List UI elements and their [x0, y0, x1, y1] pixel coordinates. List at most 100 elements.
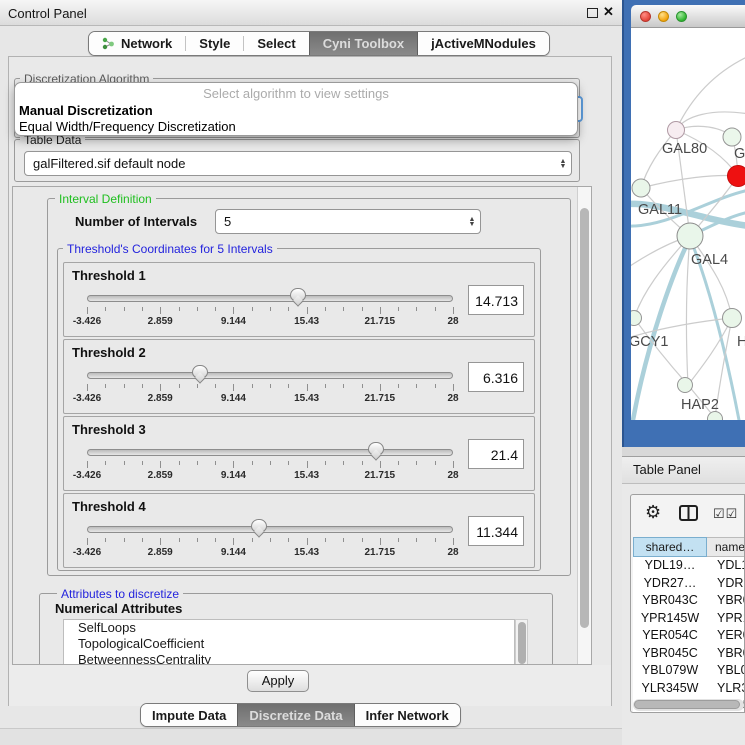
attributes-list-scrollbar[interactable]	[515, 619, 528, 665]
minimize-traffic-light-icon[interactable]	[658, 11, 669, 22]
panel-title: Control Panel	[8, 6, 87, 21]
table-data-combobox[interactable]: galFiltered.sif default node ▲▼	[24, 151, 572, 176]
number-of-intervals-combobox[interactable]: 5 ▲▼	[215, 209, 481, 234]
threshold-2-value-field[interactable]: 6.316	[468, 362, 524, 392]
cell-name[interactable]: YBR04	[707, 645, 745, 663]
tab-select[interactable]: Select	[244, 32, 308, 55]
table-toolbar: ⚙ ☑☑	[631, 495, 744, 533]
cell-name[interactable]: YLR34	[707, 680, 745, 698]
cell-shared-name[interactable]: YBR045C	[633, 645, 707, 663]
tick-label: -3.426	[73, 470, 101, 481]
close-traffic-light-icon[interactable]	[640, 11, 651, 22]
threshold-1-slider-track[interactable]	[87, 295, 453, 302]
cell-shared-name[interactable]: YDL19…	[633, 557, 707, 575]
cell-shared-name[interactable]: YBL079W	[633, 662, 707, 680]
dropdown-option-equal-width[interactable]: Equal Width/Frequency Discretization	[19, 119, 236, 134]
tab-network[interactable]: Network	[89, 32, 185, 55]
cell-name[interactable]: YDL19	[707, 557, 745, 575]
scrollbar-thumb[interactable]	[580, 208, 589, 628]
node-gal11[interactable]	[632, 179, 650, 197]
threshold-3-label: Threshold 3	[72, 422, 146, 437]
cell-shared-name[interactable]: YER054C	[633, 627, 707, 645]
table-row[interactable]: YBL079WYBL07	[633, 662, 745, 680]
thresholds-group-label: Threshold's Coordinates for 5 Intervals	[63, 242, 277, 256]
cell-shared-name[interactable]: YPR145W	[633, 610, 707, 628]
dropdown-placeholder-option[interactable]: Select algorithm to view settings	[15, 86, 577, 101]
node-gcy1[interactable]	[631, 311, 642, 326]
threshold-4-value-field[interactable]: 11.344	[468, 516, 524, 546]
attribute-list-item[interactable]: TopologicalCoefficient	[64, 636, 514, 652]
threshold-3-value-field[interactable]: 21.4	[468, 439, 524, 469]
scrollbar-thumb[interactable]	[518, 622, 526, 664]
tab-jactivemnodules[interactable]: jActiveMNodules	[418, 32, 549, 55]
threshold-3-slider-thumb[interactable]	[368, 442, 384, 455]
attribute-list-item[interactable]: SelfLoops	[64, 620, 514, 636]
node-red-selected[interactable]	[728, 166, 745, 187]
settings-vertical-scrollbar[interactable]	[577, 187, 591, 664]
threshold-2-panel: Threshold 2 -3.4262.8599.14415.4321.7152…	[63, 339, 535, 414]
node-top-right[interactable]	[723, 128, 741, 146]
float-window-icon[interactable]	[587, 8, 598, 18]
close-icon[interactable]: ✕	[603, 4, 614, 20]
number-of-intervals-value: 5	[216, 214, 464, 229]
table-row[interactable]: YLR345WYLR34	[633, 680, 745, 698]
zoom-traffic-light-icon[interactable]	[676, 11, 687, 22]
threshold-1-slider-thumb[interactable]	[290, 288, 306, 301]
threshold-1-value-field[interactable]: 14.713	[468, 285, 524, 315]
node-gal4[interactable]	[677, 223, 703, 249]
table-row[interactable]: YBR045CYBR04	[633, 645, 745, 663]
node-hap2[interactable]	[678, 378, 693, 393]
tab-label: Network	[121, 36, 172, 51]
table-row[interactable]: YPR145WYPR14	[633, 610, 745, 628]
network-canvas[interactable]: GAL80 GA GAL11 GAL4 GCY1 H HAP2	[631, 28, 745, 420]
cell-shared-name[interactable]: YLR345W	[633, 680, 707, 698]
apply-button[interactable]: Apply	[247, 670, 309, 692]
cell-name[interactable]: YER05	[707, 627, 745, 645]
column-header-name[interactable]: name	[707, 537, 745, 557]
cell-name[interactable]: YBR04	[707, 592, 745, 610]
scrollbar-thumb[interactable]	[634, 700, 740, 709]
cell-shared-name[interactable]: YDR27…	[633, 575, 707, 593]
node-label-gal11: GAL11	[638, 202, 682, 218]
tab-style[interactable]: Style	[186, 32, 243, 55]
tab-infer-network[interactable]: Infer Network	[355, 704, 460, 726]
tick-label: 28	[447, 470, 458, 481]
table-row[interactable]: YER054CYER05	[633, 627, 745, 645]
tab-impute-data[interactable]: Impute Data	[141, 704, 237, 726]
threshold-3-slider-track[interactable]	[87, 449, 453, 456]
tab-discretize-data[interactable]: Discretize Data	[237, 704, 354, 726]
tick-label: -3.426	[73, 316, 101, 327]
node-gal80[interactable]	[668, 122, 685, 139]
tab-cyni-toolbox[interactable]: Cyni Toolbox	[309, 32, 418, 55]
select-columns-icon[interactable]: ☑☑	[713, 506, 738, 522]
gear-icon[interactable]: ⚙	[645, 502, 661, 523]
tick-label: 28	[447, 393, 458, 404]
node-label-h-partial: H	[737, 334, 745, 350]
attribute-list-item[interactable]: BetweennessCentrality	[64, 652, 514, 665]
threshold-2-slider-thumb[interactable]	[192, 365, 208, 378]
settings-scroll-panel: Interval Definition Number of Intervals …	[12, 186, 592, 665]
slider-tick-labels: -3.4262.8599.14415.4321.71528	[87, 547, 453, 559]
cell-shared-name[interactable]: YBR043C	[633, 592, 707, 610]
cell-name[interactable]: YBL07	[707, 662, 745, 680]
node-h[interactable]	[723, 309, 742, 328]
network-window-titlebar[interactable]	[631, 5, 745, 28]
table-row[interactable]: YDR27…YDR27	[633, 575, 745, 593]
table-data-value: galFiltered.sif default node	[25, 156, 555, 171]
table-row[interactable]: YBR043CYBR04	[633, 592, 745, 610]
threshold-2-label: Threshold 2	[72, 345, 146, 360]
node-label-gal-partial: GA	[734, 146, 745, 162]
cell-name[interactable]: YDR27	[707, 575, 745, 593]
threshold-4-slider-thumb[interactable]	[251, 519, 267, 532]
dropdown-option-manual-discretization[interactable]: Manual Discretization	[19, 103, 153, 118]
table-row[interactable]: YDL19…YDL19	[633, 557, 745, 575]
table-horizontal-scrollbar[interactable]	[633, 699, 744, 711]
edge	[686, 236, 690, 385]
split-columns-icon[interactable]	[679, 505, 698, 526]
tick-label: 9.144	[221, 470, 246, 481]
attributes-group-label: Attributes to discretize	[57, 587, 183, 601]
column-header-shared-name[interactable]: shared…	[633, 537, 707, 557]
threshold-4-slider-track[interactable]	[87, 526, 453, 533]
threshold-2-slider-track[interactable]	[87, 372, 453, 379]
cell-name[interactable]: YPR14	[707, 610, 745, 628]
